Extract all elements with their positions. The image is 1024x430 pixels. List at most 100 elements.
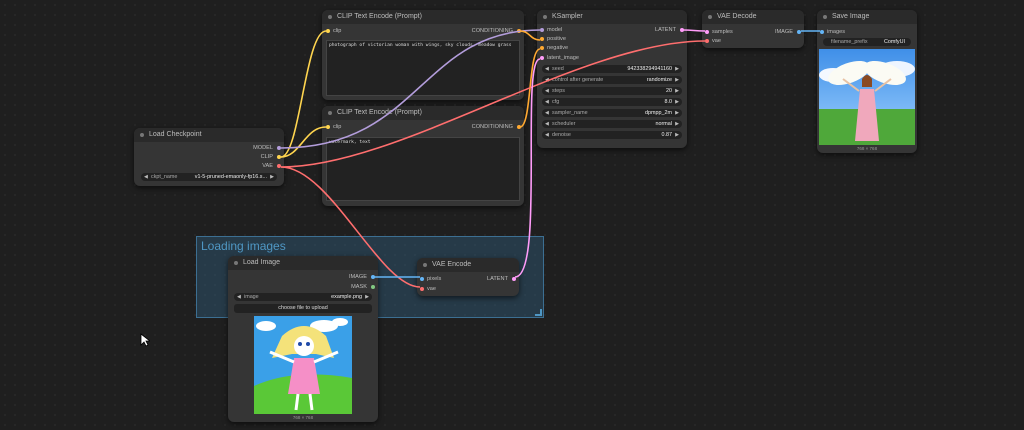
right-arrow-icon[interactable]: ▶ bbox=[270, 173, 274, 181]
collapse-dot-icon[interactable] bbox=[708, 15, 712, 19]
collapse-dot-icon[interactable] bbox=[328, 111, 332, 115]
pin-icon[interactable] bbox=[420, 277, 424, 281]
decrement-icon[interactable]: ◀ bbox=[545, 109, 549, 117]
input-vae[interactable]: vae bbox=[420, 285, 436, 293]
pin-icon[interactable] bbox=[540, 37, 544, 41]
output-clip[interactable]: CLIP bbox=[261, 153, 281, 161]
collapse-dot-icon[interactable] bbox=[543, 15, 547, 19]
collapse-dot-icon[interactable] bbox=[140, 133, 144, 137]
upload-button[interactable]: choose file to upload bbox=[234, 304, 372, 313]
prompt-textarea[interactable]: watermark, text bbox=[326, 137, 520, 201]
sampler-name-widget[interactable]: ◀ sampler_name dpmpp_2m ▶ bbox=[542, 109, 682, 117]
group-resize-handle[interactable] bbox=[535, 309, 542, 316]
scheduler-widget[interactable]: ◀ scheduler normal ▶ bbox=[542, 120, 682, 128]
increment-icon[interactable]: ▶ bbox=[675, 109, 679, 117]
collapse-dot-icon[interactable] bbox=[234, 261, 238, 265]
decrement-icon[interactable]: ◀ bbox=[545, 98, 549, 106]
node-title[interactable]: CLIP Text Encode (Prompt) bbox=[322, 10, 524, 24]
node-clip-text-encode-negative[interactable]: CLIP Text Encode (Prompt) clip CONDITION… bbox=[322, 106, 524, 206]
node-clip-text-encode-positive[interactable]: CLIP Text Encode (Prompt) clip CONDITION… bbox=[322, 10, 524, 100]
input-negative[interactable]: negative bbox=[540, 44, 568, 52]
output-conditioning[interactable]: CONDITIONING bbox=[472, 123, 521, 131]
control-after-generate-widget[interactable]: ◀ control after generate randomize ▶ bbox=[542, 76, 682, 84]
pin-icon[interactable] bbox=[326, 125, 330, 129]
cfg-widget[interactable]: ◀ cfg 8.0 ▶ bbox=[542, 98, 682, 106]
input-images[interactable]: images bbox=[820, 28, 845, 36]
output-latent[interactable]: LATENT bbox=[487, 275, 516, 283]
filename-prefix-widget[interactable]: filename_prefix ComfyUI bbox=[823, 38, 911, 46]
decrement-icon[interactable]: ◀ bbox=[545, 131, 549, 139]
node-title[interactable]: Load Checkpoint bbox=[134, 128, 284, 142]
pin-icon[interactable] bbox=[820, 30, 824, 34]
pin-icon[interactable] bbox=[326, 29, 330, 33]
pin-icon[interactable] bbox=[797, 30, 801, 34]
pin-icon[interactable] bbox=[680, 28, 684, 32]
right-arrow-icon[interactable]: ▶ bbox=[365, 293, 369, 301]
node-title[interactable]: KSampler bbox=[537, 10, 687, 24]
output-conditioning[interactable]: CONDITIONING bbox=[472, 27, 521, 35]
pin-icon[interactable] bbox=[540, 56, 544, 60]
node-ksampler[interactable]: KSampler model positive negative latent_… bbox=[537, 10, 687, 148]
output-image[interactable]: IMAGE bbox=[349, 273, 375, 281]
left-arrow-icon[interactable]: ◀ bbox=[237, 293, 241, 301]
ckpt-name-combo[interactable]: ◀ ckpt_name v1-5-pruned-emaonly-fp16.s..… bbox=[141, 173, 277, 181]
pin-icon[interactable] bbox=[517, 125, 521, 129]
increment-icon[interactable]: ▶ bbox=[675, 87, 679, 95]
steps-widget[interactable]: ◀ steps 20 ▶ bbox=[542, 87, 682, 95]
prompt-textarea[interactable]: photograph of victorian woman with wings… bbox=[326, 40, 520, 96]
node-title[interactable]: VAE Encode bbox=[417, 258, 519, 272]
output-vae[interactable]: VAE bbox=[262, 162, 281, 170]
node-title[interactable]: CLIP Text Encode (Prompt) bbox=[322, 106, 524, 120]
collapse-dot-icon[interactable] bbox=[423, 263, 427, 267]
pin-icon[interactable] bbox=[371, 275, 375, 279]
increment-icon[interactable]: ▶ bbox=[675, 120, 679, 128]
output-image-preview[interactable] bbox=[819, 49, 915, 145]
input-vae[interactable]: vae bbox=[705, 37, 721, 45]
node-vae-decode[interactable]: VAE Decode samples vae IMAGE bbox=[702, 10, 804, 48]
collapse-dot-icon[interactable] bbox=[328, 15, 332, 19]
pin-icon[interactable] bbox=[512, 277, 516, 281]
increment-icon[interactable]: ▶ bbox=[675, 65, 679, 73]
pin-icon[interactable] bbox=[371, 285, 375, 289]
denoise-widget[interactable]: ◀ denoise 0.87 ▶ bbox=[542, 131, 682, 139]
decrement-icon[interactable]: ◀ bbox=[545, 65, 549, 73]
pin-icon[interactable] bbox=[277, 164, 281, 168]
pin-icon[interactable] bbox=[420, 287, 424, 291]
input-clip[interactable]: clip bbox=[326, 27, 341, 35]
input-latent-image[interactable]: latent_image bbox=[540, 54, 579, 62]
increment-icon[interactable]: ▶ bbox=[675, 76, 679, 84]
decrement-icon[interactable]: ◀ bbox=[545, 87, 549, 95]
node-load-checkpoint[interactable]: Load Checkpoint MODEL CLIP VAE ◀ ckpt_na… bbox=[134, 128, 284, 186]
node-vae-encode[interactable]: VAE Encode pixels vae LATENT bbox=[417, 258, 519, 296]
output-image[interactable]: IMAGE bbox=[775, 28, 801, 36]
node-load-image[interactable]: Load Image IMAGE MASK ◀ image example.pn… bbox=[228, 256, 378, 422]
output-mask[interactable]: MASK bbox=[351, 283, 375, 291]
output-latent[interactable]: LATENT bbox=[655, 26, 684, 34]
node-title[interactable]: Load Image bbox=[228, 256, 378, 270]
pin-icon[interactable] bbox=[277, 155, 281, 159]
input-clip[interactable]: clip bbox=[326, 123, 341, 131]
node-title[interactable]: Save Image bbox=[817, 10, 917, 24]
input-samples[interactable]: samples bbox=[705, 28, 733, 36]
pin-icon[interactable] bbox=[277, 146, 281, 150]
input-model[interactable]: model bbox=[540, 26, 562, 34]
input-pixels[interactable]: pixels bbox=[420, 275, 441, 283]
increment-icon[interactable]: ▶ bbox=[675, 131, 679, 139]
pin-icon[interactable] bbox=[705, 30, 709, 34]
pin-icon[interactable] bbox=[517, 29, 521, 33]
image-combo[interactable]: ◀ image example.png ▶ bbox=[234, 293, 372, 301]
node-save-image[interactable]: Save Image images filename_prefix ComfyU… bbox=[817, 10, 917, 153]
input-positive[interactable]: positive bbox=[540, 35, 566, 43]
output-model[interactable]: MODEL bbox=[253, 144, 281, 152]
input-image-preview[interactable] bbox=[254, 316, 352, 414]
decrement-icon[interactable]: ◀ bbox=[545, 76, 549, 84]
seed-widget[interactable]: ◀ seed 942338294941160 ▶ bbox=[542, 65, 682, 73]
increment-icon[interactable]: ▶ bbox=[675, 98, 679, 106]
node-title[interactable]: VAE Decode bbox=[702, 10, 804, 24]
pin-icon[interactable] bbox=[540, 28, 544, 32]
pin-icon[interactable] bbox=[540, 46, 544, 50]
left-arrow-icon[interactable]: ◀ bbox=[144, 173, 148, 181]
collapse-dot-icon[interactable] bbox=[823, 15, 827, 19]
decrement-icon[interactable]: ◀ bbox=[545, 120, 549, 128]
pin-icon[interactable] bbox=[705, 39, 709, 43]
